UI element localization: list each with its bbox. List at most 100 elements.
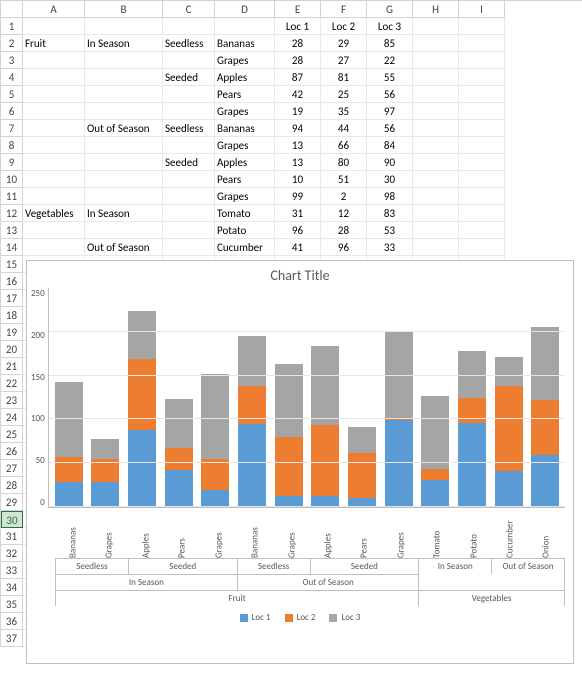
row-header-29[interactable]: 29 — [1, 494, 23, 511]
cell-E8[interactable]: 13 — [275, 137, 321, 154]
bar-13[interactable] — [528, 327, 562, 507]
cell-H8[interactable] — [413, 137, 459, 154]
cell-D3[interactable]: Grapes — [215, 52, 275, 69]
cell-C3[interactable] — [163, 52, 215, 69]
col-header-F[interactable]: F — [321, 1, 367, 18]
cell-I6[interactable] — [459, 103, 505, 120]
cell-A7[interactable] — [23, 120, 85, 137]
cell-F11[interactable]: 2 — [321, 188, 367, 205]
row-header-25[interactable]: 25 — [1, 426, 23, 443]
col-header-E[interactable]: E — [275, 1, 321, 18]
cell-B5[interactable] — [85, 86, 163, 103]
cell-G6[interactable]: 97 — [367, 103, 413, 120]
row-header-30[interactable]: 30 — [1, 511, 23, 528]
cell-I11[interactable] — [459, 188, 505, 205]
cell-C11[interactable] — [163, 188, 215, 205]
cell-G8[interactable]: 84 — [367, 137, 413, 154]
cell-C6[interactable] — [163, 103, 215, 120]
cell-I9[interactable] — [459, 154, 505, 171]
cell-I8[interactable] — [459, 137, 505, 154]
row-header-14[interactable]: 14 — [1, 239, 23, 256]
row-header-21[interactable]: 21 — [1, 358, 23, 375]
cell-C1[interactable] — [163, 18, 215, 35]
bar-7[interactable] — [308, 346, 342, 507]
row-header-5[interactable]: 5 — [1, 86, 23, 103]
cell-E5[interactable]: 42 — [275, 86, 321, 103]
cell-D13[interactable]: Potato — [215, 222, 275, 239]
row-header-11[interactable]: 11 — [1, 188, 23, 205]
row-header-32[interactable]: 32 — [1, 545, 23, 562]
row-header-7[interactable]: 7 — [1, 120, 23, 137]
row-header-23[interactable]: 23 — [1, 392, 23, 409]
cell-C14[interactable] — [163, 239, 215, 256]
cell-I10[interactable] — [459, 171, 505, 188]
bar-8[interactable] — [345, 427, 379, 507]
cell-B6[interactable] — [85, 103, 163, 120]
cell-A9[interactable] — [23, 154, 85, 171]
row-header-8[interactable]: 8 — [1, 137, 23, 154]
bar-9[interactable] — [382, 332, 416, 507]
cell-F2[interactable]: 29 — [321, 35, 367, 52]
cell-D4[interactable]: Apples — [215, 69, 275, 86]
cell-A2[interactable]: Fruit — [23, 35, 85, 52]
cell-H10[interactable] — [413, 171, 459, 188]
cell-H9[interactable] — [413, 154, 459, 171]
cell-H7[interactable] — [413, 120, 459, 137]
row-header-17[interactable]: 17 — [1, 290, 23, 307]
cell-F5[interactable]: 25 — [321, 86, 367, 103]
cell-E2[interactable]: 28 — [275, 35, 321, 52]
row-header-10[interactable]: 10 — [1, 171, 23, 188]
cell-B12[interactable]: In Season — [85, 205, 163, 222]
cell-A4[interactable] — [23, 69, 85, 86]
cell-A5[interactable] — [23, 86, 85, 103]
cell-H13[interactable] — [413, 222, 459, 239]
cell-F4[interactable]: 81 — [321, 69, 367, 86]
bar-5[interactable] — [235, 336, 269, 507]
cell-B14[interactable]: Out of Season — [85, 239, 163, 256]
cell-B3[interactable] — [85, 52, 163, 69]
cell-A1[interactable] — [23, 18, 85, 35]
cell-F10[interactable]: 51 — [321, 171, 367, 188]
row-header-1[interactable]: 1 — [1, 18, 23, 35]
cell-D6[interactable]: Grapes — [215, 103, 275, 120]
cell-C2[interactable]: Seedless — [163, 35, 215, 52]
cell-G1[interactable]: Loc 3 — [367, 18, 413, 35]
row-header-35[interactable]: 35 — [1, 596, 23, 613]
cell-C7[interactable]: Seedless — [163, 120, 215, 137]
row-header-20[interactable]: 20 — [1, 341, 23, 358]
cell-A8[interactable] — [23, 137, 85, 154]
cell-G12[interactable]: 83 — [367, 205, 413, 222]
bar-0[interactable] — [52, 382, 86, 507]
row-header-31[interactable]: 31 — [1, 528, 23, 545]
row-header-15[interactable]: 15 — [1, 256, 23, 273]
cell-A6[interactable] — [23, 103, 85, 120]
row-header-34[interactable]: 34 — [1, 579, 23, 596]
cell-E9[interactable]: 13 — [275, 154, 321, 171]
row-header-37[interactable]: 37 — [1, 630, 23, 647]
row-header-13[interactable]: 13 — [1, 222, 23, 239]
bar-3[interactable] — [162, 399, 196, 507]
cell-G10[interactable]: 30 — [367, 171, 413, 188]
cell-C9[interactable]: Seeded — [163, 154, 215, 171]
cell-F3[interactable]: 27 — [321, 52, 367, 69]
cell-D2[interactable]: Bananas — [215, 35, 275, 52]
col-header-H[interactable]: H — [413, 1, 459, 18]
cell-D14[interactable]: Cucumber — [215, 239, 275, 256]
cell-D12[interactable]: Tomato — [215, 205, 275, 222]
cell-G7[interactable]: 56 — [367, 120, 413, 137]
col-header-A[interactable]: A — [23, 1, 85, 18]
cell-F13[interactable]: 28 — [321, 222, 367, 239]
cell-E6[interactable]: 19 — [275, 103, 321, 120]
corner-cell[interactable] — [1, 1, 23, 18]
cell-H11[interactable] — [413, 188, 459, 205]
bar-4[interactable] — [198, 374, 232, 507]
cell-I5[interactable] — [459, 86, 505, 103]
cell-D7[interactable]: Bananas — [215, 120, 275, 137]
cell-B13[interactable] — [85, 222, 163, 239]
row-header-27[interactable]: 27 — [1, 460, 23, 477]
bar-10[interactable] — [418, 396, 452, 507]
col-header-D[interactable]: D — [215, 1, 275, 18]
cell-F8[interactable]: 66 — [321, 137, 367, 154]
row-header-2[interactable]: 2 — [1, 35, 23, 52]
cell-F12[interactable]: 12 — [321, 205, 367, 222]
